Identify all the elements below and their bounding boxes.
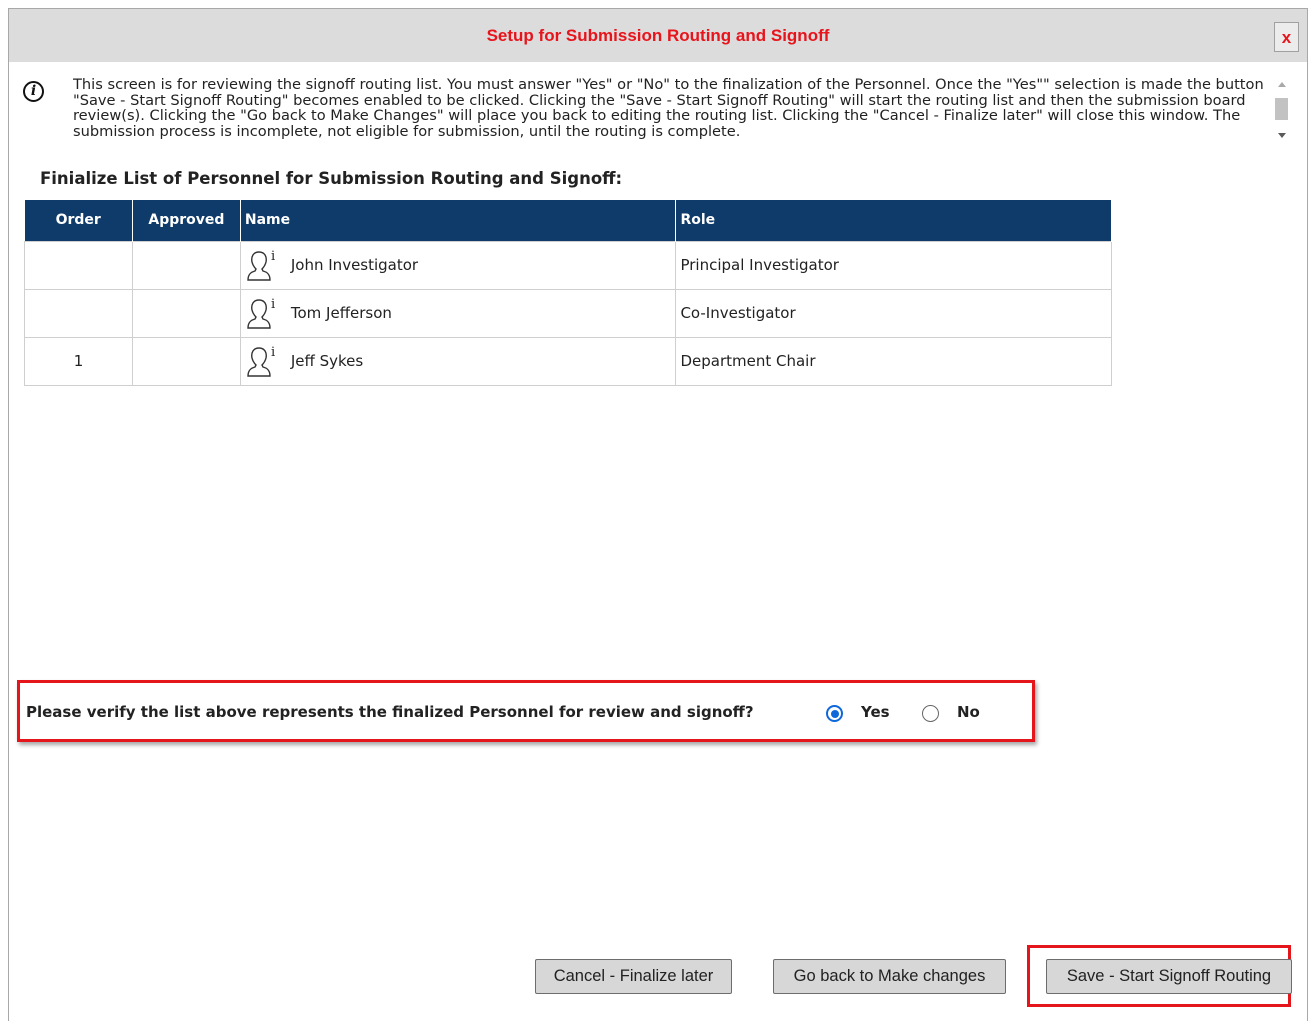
info-text-box[interactable]: This screen is for reviewing the signoff… [73, 77, 1264, 147]
name-cell: i Jeff Sykes [239, 336, 677, 386]
info-scrollbar[interactable] [1275, 76, 1289, 150]
verify-question: Please verify the list above represents … [26, 703, 754, 721]
person-name: John Investigator [290, 256, 419, 274]
save-start-signoff-routing-button[interactable]: Save - Start Signoff Routing [1046, 959, 1292, 994]
scroll-down-arrow-icon[interactable] [1278, 133, 1286, 138]
person-info-icon[interactable]: i [245, 248, 283, 282]
column-header-approved: Approved [132, 200, 241, 241]
go-back-make-changes-button[interactable]: Go back to Make changes [773, 959, 1006, 994]
role-cell: Department Chair [675, 336, 1112, 386]
person-info-icon[interactable]: i [245, 344, 283, 378]
order-cell [24, 240, 133, 290]
no-radio-label[interactable]: No [957, 703, 980, 721]
table-header-row: Order Approved Name Role [24, 200, 1112, 241]
yes-radio[interactable] [826, 705, 843, 722]
cancel-finalize-later-button[interactable]: Cancel - Finalize later [535, 959, 732, 994]
column-header-name: Name [240, 200, 677, 241]
personnel-table: Order Approved Name Role i John Investig… [24, 200, 1112, 386]
dialog-titlebar: Setup for Submission Routing and Signoff… [9, 9, 1307, 62]
order-cell: 1 [24, 336, 133, 386]
info-text: This screen is for reviewing the signoff… [73, 77, 1264, 140]
verify-section: Please verify the list above represents … [17, 680, 1035, 742]
svg-text:i: i [271, 249, 275, 264]
order-cell [24, 288, 133, 338]
no-radio[interactable] [922, 705, 939, 722]
table-row: i John Investigator Principal Investigat… [24, 240, 1112, 290]
svg-text:i: i [271, 345, 275, 360]
svg-text:i: i [271, 297, 275, 312]
approved-cell [131, 336, 241, 386]
routing-dialog: Setup for Submission Routing and Signoff… [8, 8, 1308, 1021]
table-row: i Tom Jefferson Co-Investigator [24, 288, 1112, 338]
dialog-title: Setup for Submission Routing and Signoff [486, 26, 830, 45]
name-cell: i John Investigator [239, 240, 677, 290]
section-heading: Finialize List of Personnel for Submissi… [40, 169, 623, 188]
yes-radio-label[interactable]: Yes [861, 703, 890, 721]
approved-cell [131, 288, 241, 338]
column-header-order: Order [24, 200, 133, 241]
close-button[interactable]: x [1274, 22, 1299, 52]
table-row: 1 i Jeff Sykes Department Chair [24, 336, 1112, 386]
info-icon: i [23, 81, 44, 102]
person-name: Jeff Sykes [290, 352, 364, 370]
role-cell: Co-Investigator [675, 288, 1112, 338]
person-info-icon[interactable]: i [245, 296, 283, 330]
scroll-up-arrow-icon[interactable] [1278, 82, 1286, 87]
name-cell: i Tom Jefferson [239, 288, 677, 338]
person-name: Tom Jefferson [290, 304, 392, 322]
scroll-thumb[interactable] [1275, 98, 1288, 120]
role-cell: Principal Investigator [675, 240, 1112, 290]
column-header-role: Role [675, 200, 1112, 241]
approved-cell [131, 240, 241, 290]
